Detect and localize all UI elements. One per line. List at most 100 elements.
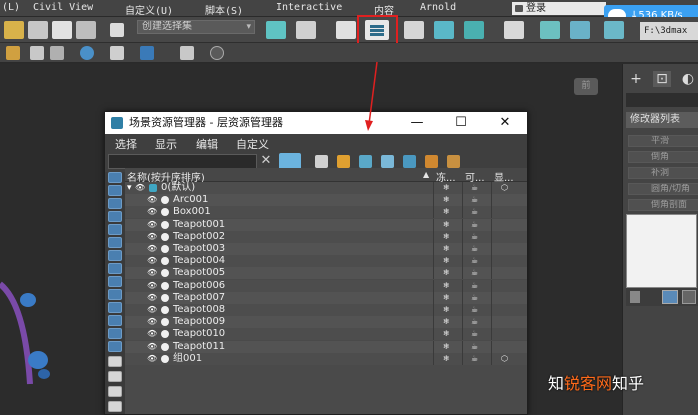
renderable-teapot-icon[interactable]: ☕ <box>471 292 478 304</box>
layer-tree-row[interactable]: ▾ 👁 0(默认) ❄ ☕ ⬡ <box>125 182 527 194</box>
layer-tree-row[interactable]: 👁 Arc001 ❄ ☕ <box>125 194 527 207</box>
freeze-icon[interactable]: ❄ <box>443 353 450 365</box>
select-link-icon[interactable] <box>4 21 24 39</box>
material-editor-icon[interactable] <box>504 21 524 39</box>
freeze-icon[interactable]: ❄ <box>443 182 450 194</box>
visibility-eye-icon[interactable]: 👁 <box>147 206 157 218</box>
renderable-teapot-icon[interactable]: ☕ <box>471 243 478 255</box>
unlink-icon[interactable] <box>28 21 48 39</box>
layer-tree-row[interactable]: 👁 组001 ❄ ☕ ⬡ <box>125 352 527 365</box>
paint-icon[interactable] <box>30 46 44 60</box>
menu-item-interactive[interactable]: Interactive <box>276 2 342 13</box>
mirror-icon[interactable] <box>266 21 286 39</box>
modifier-stack-list[interactable] <box>626 214 697 288</box>
visibility-eye-icon[interactable]: 👁 <box>147 255 157 267</box>
bevel-profile-button[interactable]: 倒角剖面 <box>628 199 698 211</box>
modify-tab-icon[interactable]: ⊡ <box>653 71 671 87</box>
freeze-icon[interactable]: ❄ <box>443 267 450 279</box>
freeze-icon[interactable]: ❄ <box>443 328 450 340</box>
visibility-eye-icon[interactable]: 👁 <box>147 353 157 365</box>
layer-tree-row[interactable]: 👁 Teapot009 ❄ ☕ <box>125 316 527 329</box>
freeze-icon[interactable]: ❄ <box>443 280 450 292</box>
display-all-icon[interactable] <box>108 172 122 183</box>
renderable-teapot-icon[interactable]: ☕ <box>471 304 478 316</box>
sort-ascending-icon[interactable]: ▲ <box>423 170 429 179</box>
layer-tree-row[interactable]: 👁 Box001 ❄ ☕ <box>125 206 527 219</box>
select-all-icon[interactable] <box>108 356 122 367</box>
visibility-eye-icon[interactable]: 👁 <box>147 194 157 206</box>
toggle-scene-explorer-icon[interactable] <box>336 21 356 39</box>
bevel-button[interactable]: 倒角 <box>628 151 698 163</box>
menu-display[interactable]: 显示 <box>155 136 177 152</box>
display-groups-icon[interactable] <box>108 263 122 274</box>
menu-item-scripting[interactable]: 脚本(S) <box>205 2 243 17</box>
display-geometry-icon[interactable] <box>108 185 122 196</box>
display-hidden-icon[interactable] <box>108 328 122 339</box>
freeze-icon[interactable]: ❄ <box>443 206 450 218</box>
smooth-button[interactable]: 平滑 <box>628 135 698 147</box>
expand-toggle-icon[interactable]: ▾ <box>127 182 132 194</box>
layer-tree-row[interactable]: 👁 Teapot010 ❄ ☕ <box>125 328 527 341</box>
renderable-teapot-icon[interactable]: ☕ <box>471 255 478 267</box>
menu-select[interactable]: 选择 <box>115 136 137 152</box>
display-box-icon[interactable]: ⬡ <box>501 182 508 194</box>
visibility-eye-icon[interactable]: 👁 <box>147 267 157 279</box>
freeze-icon[interactable]: ❄ <box>443 194 450 206</box>
freeze-icon[interactable]: ❄ <box>443 243 450 255</box>
freeze-icon[interactable]: ❄ <box>443 304 450 316</box>
layer-tree-row[interactable]: 👁 Teapot003 ❄ ☕ <box>125 243 527 255</box>
cap-holes-button[interactable]: 补洞 <box>628 167 698 179</box>
percent-snap-icon[interactable] <box>52 21 72 39</box>
renderable-teapot-icon[interactable]: ☕ <box>471 280 478 292</box>
sphere-icon[interactable] <box>80 46 94 60</box>
freeze-icon[interactable]: ❄ <box>443 255 450 267</box>
renderable-teapot-icon[interactable]: ☕ <box>471 341 478 353</box>
freeze-icon[interactable]: ❄ <box>443 231 450 243</box>
visibility-eye-icon[interactable]: 👁 <box>147 243 157 255</box>
menu-item-l[interactable]: (L) <box>2 2 20 13</box>
visibility-eye-icon[interactable]: 👁 <box>147 341 157 353</box>
visibility-eye-icon[interactable]: 👁 <box>147 292 157 304</box>
edit-named-selection-icon[interactable] <box>110 23 124 37</box>
layer-tree-row[interactable]: 👁 Teapot011 ❄ ☕ <box>125 340 527 353</box>
rendered-frame-icon[interactable] <box>570 21 590 39</box>
viewcube[interactable]: 前 <box>574 78 598 95</box>
freeze-icon[interactable]: ❄ <box>443 292 450 304</box>
display-cameras-icon[interactable] <box>108 224 122 235</box>
object-paint-icon[interactable] <box>110 46 124 60</box>
visibility-eye-icon[interactable]: 👁 <box>147 219 157 231</box>
visibility-eye-icon[interactable]: 👁 <box>147 304 157 316</box>
invert-selection-icon[interactable] <box>108 386 122 397</box>
create-layer-icon[interactable] <box>337 155 350 168</box>
populate-icon[interactable] <box>140 46 154 60</box>
project-path-field[interactable]: F:\3dmax <box>640 22 698 40</box>
fillet-chamfer-button[interactable]: 圆角/切角 <box>628 183 698 195</box>
display-helpers-icon[interactable] <box>108 237 122 248</box>
renderable-teapot-icon[interactable]: ☕ <box>471 231 478 243</box>
layer-tree-row[interactable]: 👁 Teapot001 ❄ ☕ <box>125 218 527 231</box>
add-to-layer-icon[interactable] <box>359 155 372 168</box>
help-icon[interactable] <box>210 46 224 60</box>
lock-cell-icon[interactable] <box>315 155 328 168</box>
display-containers-icon[interactable] <box>108 302 122 313</box>
display-lights-icon[interactable] <box>108 211 122 222</box>
object-name-field[interactable] <box>626 93 698 107</box>
display-box-icon[interactable]: ⬡ <box>501 353 508 365</box>
display-spacewarps-icon[interactable] <box>108 250 122 261</box>
freeze-icon[interactable]: ❄ <box>443 316 450 328</box>
display-bones-icon[interactable] <box>108 289 122 300</box>
hierarchy-tab-icon[interactable]: ◐ <box>679 71 697 87</box>
render-production-icon[interactable] <box>604 21 624 39</box>
align-icon[interactable] <box>296 21 316 39</box>
menu-item-customize[interactable]: 自定义(U) <box>125 2 173 17</box>
renderable-teapot-icon[interactable]: ☕ <box>471 267 478 279</box>
pin-stack-icon[interactable] <box>630 291 640 303</box>
layer-tree-row[interactable]: 👁 Teapot006 ❄ ☕ <box>125 279 527 292</box>
active-layer-icon[interactable] <box>425 155 438 168</box>
layer-stack-icon[interactable] <box>403 155 416 168</box>
filter-toggle-icon[interactable] <box>108 401 122 412</box>
renderable-teapot-icon[interactable]: ☕ <box>471 219 478 231</box>
brush-icon[interactable] <box>50 46 64 60</box>
select-none-icon[interactable] <box>108 371 122 382</box>
hide-layers-icon[interactable] <box>447 155 460 168</box>
